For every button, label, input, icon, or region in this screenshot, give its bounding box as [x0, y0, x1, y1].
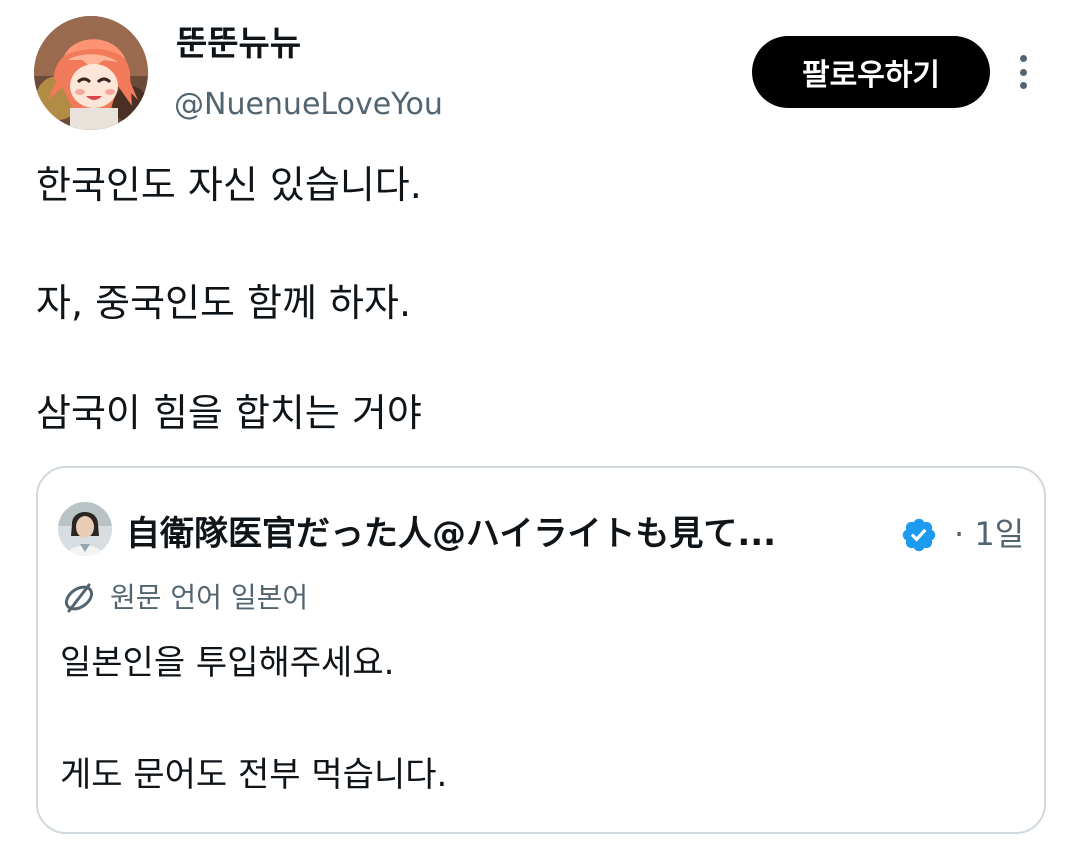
verified-badge-icon — [902, 518, 936, 552]
quoted-tweet-text-line: 일본인을 투입해주세요. — [60, 643, 395, 683]
translation-notice: 원문 언어 일본어 — [60, 576, 308, 620]
person-photo-avatar — [58, 502, 112, 556]
quoted-tweet-time[interactable]: · 1일 — [954, 512, 1024, 556]
more-dot — [1019, 55, 1027, 62]
author-avatar[interactable] — [34, 16, 148, 130]
quoted-author-name[interactable]: 自衛隊医官だった人@ハイライトも見て... — [126, 512, 776, 556]
author-handle[interactable]: @NuenueLoveYou — [174, 85, 443, 125]
follow-button[interactable]: 팔로우하기 — [752, 36, 990, 108]
tweet-text-line: 한국인도 자신 있습니다. — [36, 163, 422, 207]
anime-character-avatar — [34, 16, 148, 130]
translate-globe-icon — [64, 583, 94, 613]
quoted-tweet-text-line: 게도 문어도 전부 먹습니다. — [60, 755, 448, 795]
quoted-author-avatar — [58, 502, 112, 556]
more-dot — [1019, 68, 1027, 76]
author-display-name[interactable]: 뚠뚠뉴뉴 — [176, 22, 301, 66]
quoted-tweet-card[interactable]: 自衛隊医官だった人@ハイライトも見て... · 1일 원문 언어 일본어 일본인… — [36, 466, 1046, 834]
translation-label: 원문 언어 일본어 — [110, 581, 309, 614]
more-dot — [1019, 82, 1027, 89]
tweet-text-line: 삼국이 힘을 합치는 거야 — [36, 391, 422, 435]
more-vertical-icon[interactable] — [1006, 50, 1040, 94]
tweet-text-line: 자, 중국인도 함께 하자. — [36, 281, 412, 325]
